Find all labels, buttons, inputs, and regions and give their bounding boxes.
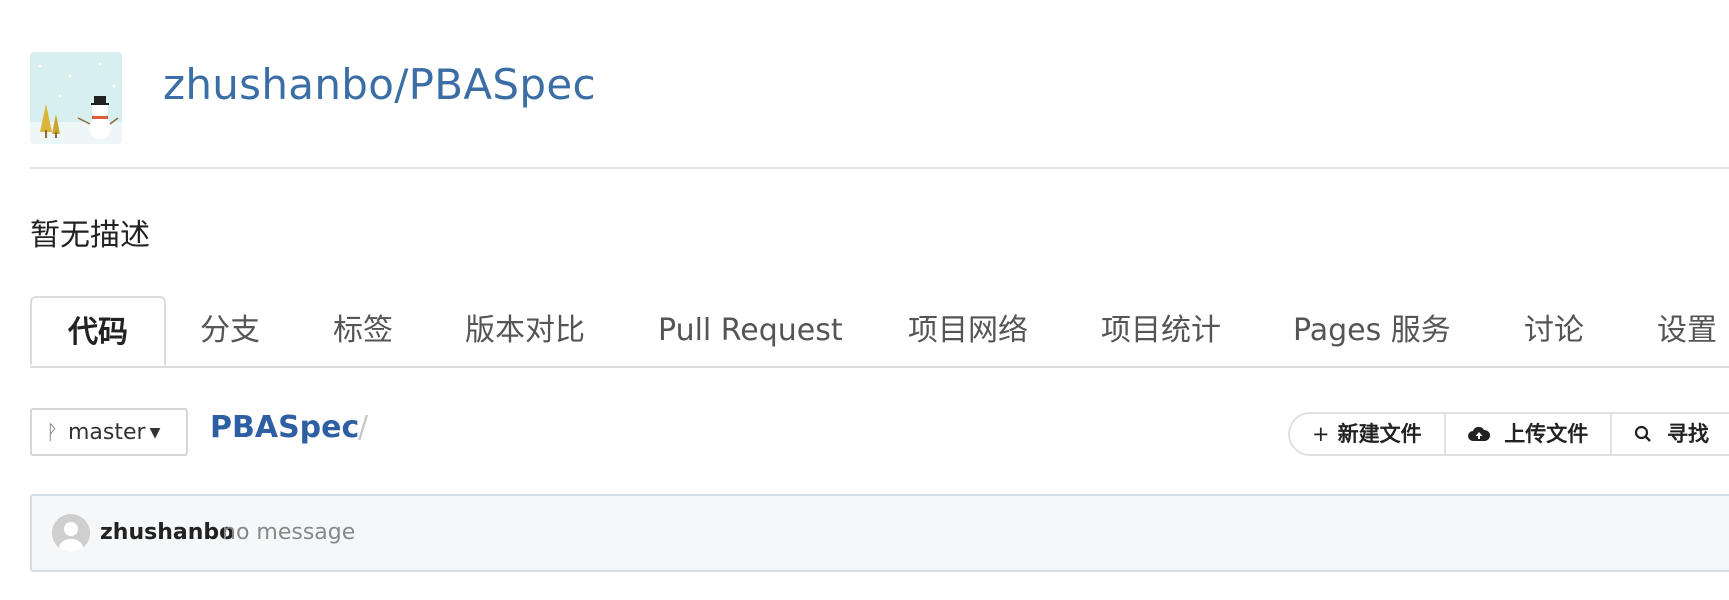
repo-owner-link[interactable]: zhushanbo [163,60,394,109]
upload-file-label: 上传文件 [1504,422,1589,446]
tab-pages[interactable]: Pages 服务 [1293,296,1451,366]
search-icon [1634,422,1659,446]
find-file-button[interactable]: 寻找 [1612,414,1729,454]
branch-icon: ᚹ [46,420,58,444]
tab-branches[interactable]: 分支 [200,296,260,366]
commit-message[interactable]: no message [222,520,355,545]
repo-header: zhushanbo/PBASpec [30,52,1729,169]
tab-settings[interactable]: 设置 [1657,296,1717,366]
tab-compare[interactable]: 版本对比 [465,296,585,366]
find-file-label: 寻找 [1666,422,1709,446]
chevron-down-icon: ▼ [149,425,161,441]
upload-file-button[interactable]: 上传文件 [1446,414,1613,454]
breadcrumb-separator: / [358,410,369,445]
cloud-upload-icon [1467,422,1497,446]
tab-network[interactable]: 项目网络 [908,296,1028,366]
tab-code[interactable]: 代码 [30,296,166,366]
commit-author[interactable]: zhushanbo [100,520,234,545]
repo-title-separator: / [394,60,409,109]
branch-select[interactable]: ᚹ master ▼ [30,408,188,456]
repo-title[interactable]: zhushanbo/PBASpec [163,60,596,109]
breadcrumb-repo[interactable]: PBASpec [210,410,359,445]
new-file-label: 新建文件 [1337,422,1422,446]
repo-page: zhushanbo/PBASpec 暂无描述 代码 分支 标签 版本对比 Pul… [0,0,1729,600]
file-actions: + 新建文件 上传文件 寻找 [1288,412,1729,456]
new-file-button[interactable]: + 新建文件 [1290,414,1446,454]
plus-icon: + [1312,422,1330,446]
tab-discussion[interactable]: 讨论 [1524,296,1584,366]
repo-avatar[interactable] [30,52,122,144]
tab-tags[interactable]: 标签 [333,296,393,366]
tab-pull-request[interactable]: Pull Request [658,296,843,366]
repo-name-link[interactable]: PBASpec [409,60,596,109]
snowman-image [30,52,122,144]
tab-stats[interactable]: 项目统计 [1101,296,1221,366]
user-avatar[interactable] [52,514,90,552]
repo-description: 暂无描述 [30,218,150,253]
branch-name: master [68,420,146,445]
repo-tabs: 代码 分支 标签 版本对比 Pull Request 项目网络 项目统计 Pag… [30,296,1729,368]
user-icon [52,514,90,552]
latest-commit-bar: zhushanbo no message [30,494,1729,572]
